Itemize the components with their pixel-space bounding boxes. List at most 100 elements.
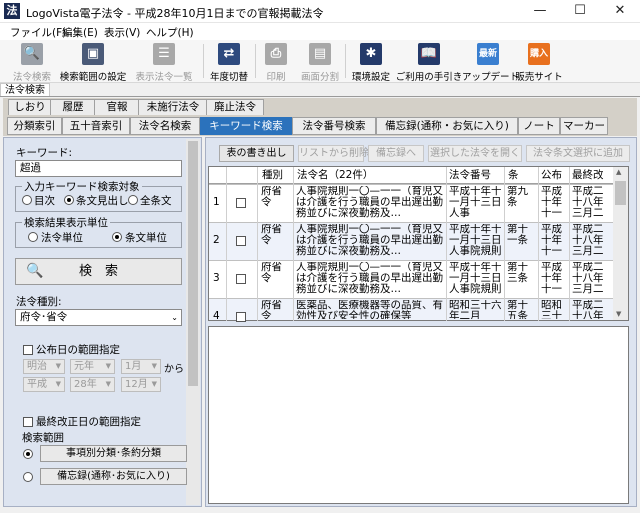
from-month-select[interactable]: 1月 ▼ xyxy=(121,359,161,374)
law-search-button[interactable]: 🔍 法令検索 xyxy=(10,41,54,83)
tab-gazette[interactable]: 官報 xyxy=(94,99,140,115)
tab-bookmarks[interactable]: しおり xyxy=(8,99,52,115)
left-scrollbar-thumb[interactable] xyxy=(188,141,198,386)
print-button[interactable]: ⎙ 印刷 xyxy=(258,41,294,83)
row-law-name: 人事院規則一〇—一一（育児又は介護を行う職員の早出遅出勤務並びに深夜勤務及… xyxy=(296,224,443,257)
from-era-select[interactable]: 明治 ▼ xyxy=(23,359,65,374)
tab-kana-index[interactable]: 五十音索引 xyxy=(62,117,130,135)
row-article: 第九条 xyxy=(507,186,528,208)
menu-file[interactable]: ファイル(F) xyxy=(10,25,66,40)
add-article-button[interactable]: 法令条文選択に追加 xyxy=(526,145,630,162)
toolbar-separator xyxy=(345,44,346,78)
row-checkbox[interactable] xyxy=(236,236,246,246)
gear-icon: ✱ xyxy=(360,43,382,65)
column-header-article[interactable]: 条 xyxy=(508,167,538,183)
column-divider xyxy=(569,167,570,321)
row-last-rev: 平成二十八年三月二 xyxy=(572,224,604,257)
row-type: 府省令 xyxy=(261,186,282,208)
row-law-name: 医薬品、医療機器等の品質、有効性及び安全性の確保等 xyxy=(296,300,443,319)
tab-keyword-search[interactable]: キーワード検索 xyxy=(200,117,292,135)
search-scope-label: 検索範囲の設定 xyxy=(59,72,127,83)
row-pub-date: 平成十年十一 xyxy=(541,186,562,219)
scope-memo-radio[interactable] xyxy=(23,472,33,482)
target-toc-label: 目次 xyxy=(34,195,55,207)
scroll-up-icon[interactable]: ▲ xyxy=(616,168,621,176)
year-switch-button[interactable]: ⇄ 年度切替 xyxy=(207,41,251,83)
target-all-radio[interactable] xyxy=(128,195,138,205)
tab-markers[interactable]: マーカー xyxy=(560,117,608,135)
export-table-button[interactable]: 表の書き出し xyxy=(219,145,294,162)
doc-tab-law-search[interactable]: 法令検索 xyxy=(0,83,50,97)
law-list-button[interactable]: ☰ 表示法令一覧 xyxy=(134,41,194,83)
tab-law-name-search[interactable]: 法令名検索 xyxy=(130,117,200,135)
last-rev-checkbox[interactable] xyxy=(23,417,33,427)
law-content-view[interactable] xyxy=(208,326,629,504)
column-header-name[interactable]: 法令名（22件） xyxy=(297,167,445,183)
law-type-label: 法令種別: xyxy=(16,296,62,308)
store-button[interactable]: 購入 販売サイト xyxy=(515,41,563,83)
row-checkbox[interactable] xyxy=(236,198,246,208)
target-heading-radio[interactable] xyxy=(64,195,74,205)
tab-notes[interactable]: ノート xyxy=(518,117,560,135)
law-type-select[interactable]: 府令･省令 ⌄ xyxy=(15,309,182,326)
scroll-down-icon[interactable]: ▼ xyxy=(616,310,621,318)
row-pub-date: 平成十年十一 xyxy=(541,262,562,295)
column-header-last-rev[interactable]: 最終改 xyxy=(572,167,612,183)
maximize-button[interactable]: ☐ xyxy=(560,0,600,23)
tab-memo[interactable]: 備忘録(通称・お気に入り) xyxy=(376,117,518,135)
to-era-select[interactable]: 平成 ▼ xyxy=(23,377,65,392)
update-icon: 最新 xyxy=(477,43,499,65)
remove-from-list-button[interactable]: リストから削除 xyxy=(298,145,369,162)
user-guide-button[interactable]: 📖 ご利用の手引き xyxy=(396,41,462,83)
last-rev-label: 最終改正日の範囲指定 xyxy=(36,416,141,428)
search-target-label: 入力キーワード検索対象 xyxy=(22,179,142,194)
book-icon: 📖 xyxy=(418,43,440,65)
column-divider xyxy=(504,167,505,321)
search-button[interactable]: 🔍 検 索 xyxy=(15,258,182,285)
law-list-label: 表示法令一覧 xyxy=(135,72,193,83)
row-law-number: 昭和三十六年二月 xyxy=(449,300,502,319)
column-header-pub[interactable]: 公布 xyxy=(541,167,571,183)
menu-help[interactable]: ヘルプ(H) xyxy=(146,25,194,40)
pane-splitter[interactable] xyxy=(208,322,629,325)
to-month-select[interactable]: 12月 ▼ xyxy=(121,377,161,392)
scope-category-button[interactable]: 事項別分類･条約分類 xyxy=(40,445,187,462)
close-button[interactable]: ✕ xyxy=(600,0,640,23)
row-type: 府省令 xyxy=(261,300,282,319)
open-selected-button[interactable]: 選択した法令を開く xyxy=(428,145,522,162)
print-icon: ⎙ xyxy=(265,43,287,65)
column-header-type[interactable]: 種別 xyxy=(262,167,292,183)
split-view-button[interactable]: ▤ 画面分割 xyxy=(300,41,340,83)
list-icon: ☰ xyxy=(153,43,175,65)
split-icon: ▤ xyxy=(309,43,331,65)
settings-button[interactable]: ✱ 環境設定 xyxy=(351,41,391,83)
keyword-input[interactable]: 超過 xyxy=(15,160,182,177)
unit-law-radio[interactable] xyxy=(28,232,38,242)
target-toc-radio[interactable] xyxy=(22,195,32,205)
scope-memo-button[interactable]: 備忘録(通称･お気に入り) xyxy=(40,468,187,485)
tab-law-number-search[interactable]: 法令番号検索 xyxy=(292,117,376,135)
add-to-memo-button[interactable]: 備忘録へ xyxy=(368,145,424,162)
column-header-number[interactable]: 法令番号 xyxy=(449,167,501,183)
pub-date-checkbox[interactable] xyxy=(23,345,33,355)
scope-category-radio[interactable] xyxy=(23,449,33,459)
unit-article-radio[interactable] xyxy=(112,232,122,242)
minimize-button[interactable]: — xyxy=(520,0,560,23)
menu-edit[interactable]: 編集(E) xyxy=(62,25,98,40)
keyword-label: キーワード: xyxy=(16,147,73,159)
update-button[interactable]: 最新 アップデート xyxy=(462,41,519,83)
from-year-select[interactable]: 元年 ▼ xyxy=(70,359,115,374)
row-checkbox[interactable] xyxy=(236,274,246,284)
tab-category-index[interactable]: 分類索引 xyxy=(7,117,62,135)
tab-not-enforced[interactable]: 未施行法令 xyxy=(138,99,208,115)
table-scrollbar-thumb[interactable] xyxy=(615,181,626,205)
tab-history[interactable]: 履歴 xyxy=(50,99,96,115)
tab-abolished[interactable]: 廃止法令 xyxy=(206,99,264,115)
menu-view[interactable]: 表示(V) xyxy=(104,25,140,40)
to-year-select[interactable]: 28年 ▼ xyxy=(70,377,115,392)
row-checkbox[interactable] xyxy=(236,312,246,322)
search-scope-button[interactable]: ▣ 検索範囲の設定 xyxy=(60,41,126,83)
user-guide-label: ご利用の手引き xyxy=(395,72,463,83)
row-law-number: 平成十年十一月十三日人事 xyxy=(449,186,502,219)
title-bar: 法 LogoVista電子法令 - 平成28年10月1日までの官報掲載法令 — … xyxy=(0,0,640,23)
